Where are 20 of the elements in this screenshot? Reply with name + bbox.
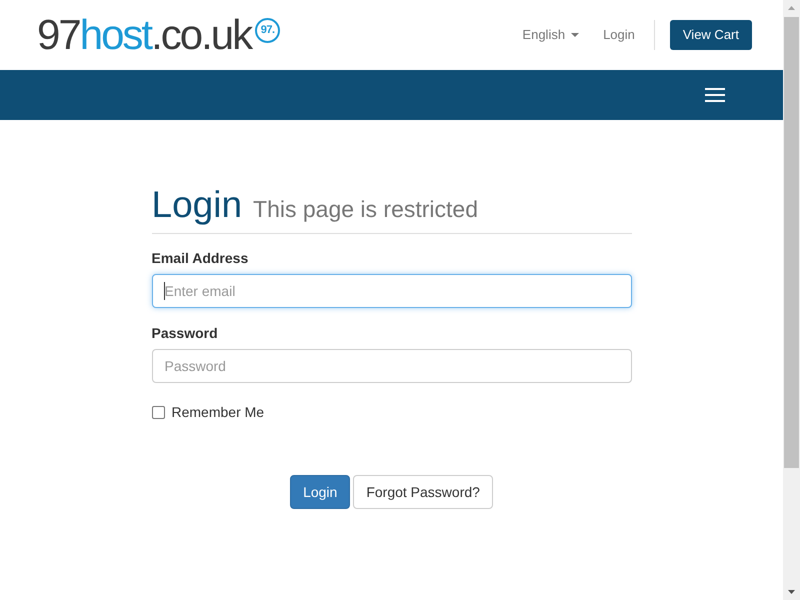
page-subtitle: This page is restricted	[253, 195, 478, 224]
language-dropdown[interactable]: English	[522, 25, 580, 45]
scrollbar-thumb[interactable]	[784, 17, 799, 468]
page-title: Login	[152, 183, 242, 227]
field-label: Email Address	[152, 249, 250, 268]
field-label: Password	[152, 324, 219, 343]
remember-me-label: Remember Me	[172, 403, 264, 422]
site-logo[interactable]: 97host.co.uk	[37, 14, 252, 56]
menu-icon[interactable]	[705, 88, 725, 102]
scroll-down-arrow-icon[interactable]	[788, 590, 795, 594]
forgot-password-button[interactable]: Forgot Password?	[353, 475, 493, 509]
caret-icon	[571, 33, 580, 37]
input-field[interactable]: Password	[152, 349, 632, 383]
remember-me-checkbox[interactable]	[152, 406, 164, 419]
logo-badge: 97.	[255, 18, 280, 43]
view-cart-button[interactable]: View Cart	[670, 20, 752, 50]
scrollbar[interactable]	[783, 0, 800, 600]
input-field[interactable]: Enter email	[152, 274, 632, 308]
login-link[interactable]: Login	[603, 25, 635, 45]
login-button[interactable]: Login	[290, 475, 350, 509]
